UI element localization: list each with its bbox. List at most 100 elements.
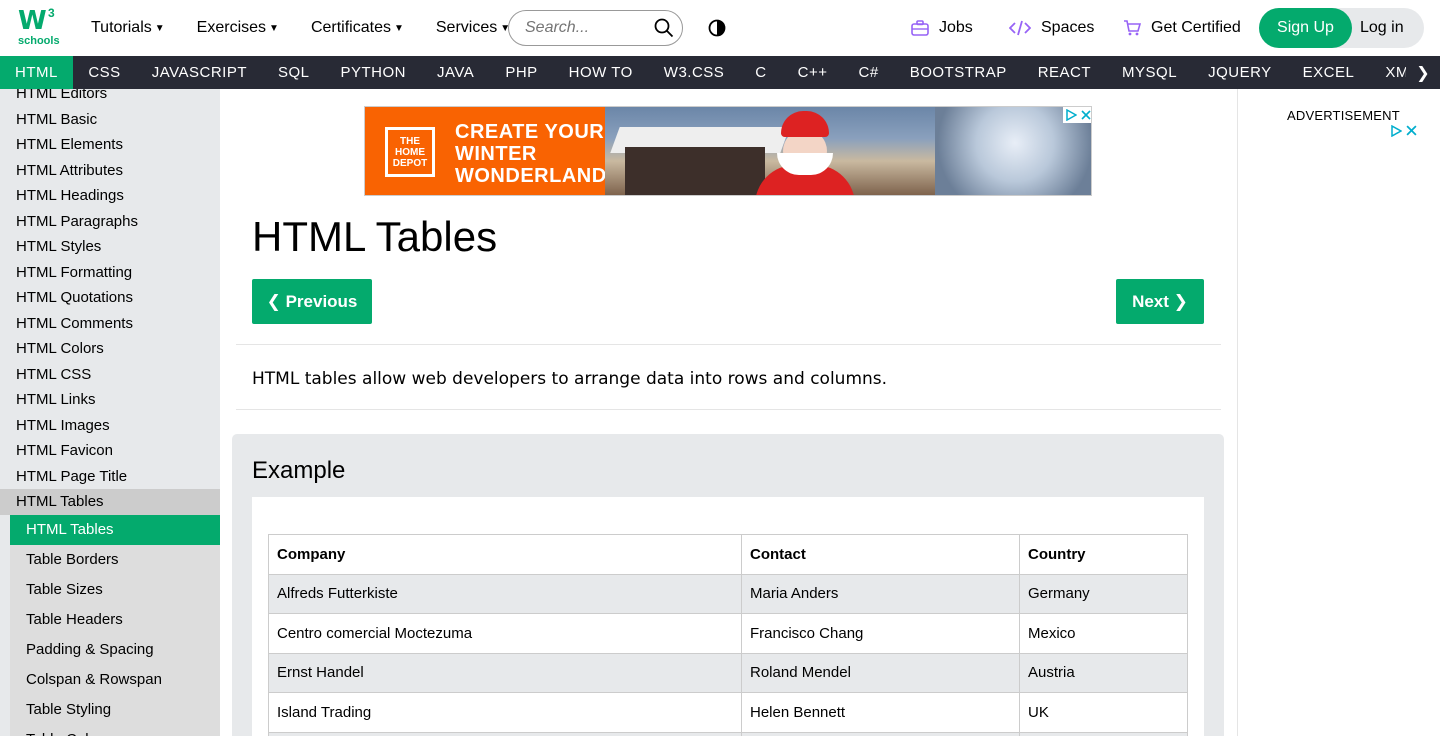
spaces-link[interactable]: Spaces xyxy=(1009,0,1094,56)
table-cell: Alfreds Futterkiste xyxy=(268,573,742,614)
previous-button[interactable]: ❮ Previous xyxy=(252,279,372,324)
search-icon[interactable] xyxy=(654,18,674,38)
search-input[interactable] xyxy=(525,19,645,37)
ad-info-icon[interactable] xyxy=(1390,125,1402,137)
ad-banner[interactable]: THE HOME DEPOT CREATE YOUR WINTER WONDER… xyxy=(364,106,1092,196)
ad-headline-line-3: WONDERLAND xyxy=(455,165,607,187)
subject-nav: HTML CSS JAVASCRIPT SQL PYTHON JAVA PHP HOW TO W… xyxy=(0,56,1440,89)
sidebar-item[interactable]: HTML Comments xyxy=(0,311,220,337)
sidebar-item[interactable]: HTML Images xyxy=(0,413,220,439)
top-header: W 3 schools Tutorials ▼ Exercises ▼ Certif… xyxy=(0,0,1440,56)
chevron-right-icon[interactable]: ❯ xyxy=(1406,56,1440,89)
sidebar-subsection: HTML Tables Table Borders Table Sizes Table… xyxy=(10,515,220,736)
caret-down-icon: ▼ xyxy=(393,22,404,34)
table-row: Alfreds Futterkiste Maria Anders Germany xyxy=(268,573,1188,614)
certified-label: Get Certified xyxy=(1151,19,1241,36)
close-icon[interactable] xyxy=(1406,125,1417,136)
sidebar-item[interactable]: HTML Favicon xyxy=(0,438,220,464)
next-button[interactable]: Next ❯ xyxy=(1116,279,1204,324)
certified-item: Get Certified xyxy=(1123,19,1241,37)
subject-tab-w3-css[interactable]: W3.CSS xyxy=(648,56,740,89)
get-certified-link[interactable]: Get Certified xyxy=(1123,0,1241,56)
table-row: Ernst Handel Roland Mendel Austria xyxy=(268,652,1188,693)
logo-schools: schools xyxy=(18,35,60,47)
nav-tutorials-label: Tutorials xyxy=(91,19,152,36)
sidebar-item[interactable]: HTML Elements xyxy=(0,132,220,158)
subject-tab-javascript[interactable]: JAVASCRIPT xyxy=(136,56,262,89)
jobs-link[interactable]: Jobs xyxy=(911,0,973,56)
nav-exercises-label: Exercises xyxy=(196,19,267,36)
subject-tab-css[interactable]: CSS xyxy=(73,56,136,89)
subject-tab-react[interactable]: REACT xyxy=(1022,56,1106,89)
w3schools-logo[interactable]: W 3 schools xyxy=(16,6,60,48)
subject-tab-mysql[interactable]: MYSQL xyxy=(1107,56,1193,89)
close-icon[interactable] xyxy=(1081,110,1091,120)
subject-tab-html[interactable]: HTML xyxy=(0,56,73,89)
nav-exercises[interactable]: Exercises ▼ xyxy=(197,19,279,37)
logo-w: W xyxy=(18,6,47,36)
subject-tab-java[interactable]: JAVA xyxy=(422,56,490,89)
sidebar-subitem[interactable]: Table Sizes xyxy=(10,575,220,605)
ad-choices[interactable] xyxy=(1063,107,1091,123)
table-cell: Austria xyxy=(1019,652,1188,693)
subject-tab-how-to[interactable]: HOW TO xyxy=(553,56,648,89)
sidebar-item[interactable]: HTML Links xyxy=(0,387,220,413)
table-header: Company xyxy=(268,534,742,575)
sidebar-item-html-tables-group[interactable]: HTML Tables xyxy=(0,489,220,515)
sidebar-subitem[interactable]: Table Colgroup xyxy=(10,725,220,736)
sidebar-item[interactable]: HTML Headings xyxy=(0,183,220,209)
ad-info-icon[interactable] xyxy=(1065,109,1077,121)
sidebar-item[interactable]: HTML Attributes xyxy=(0,158,220,184)
contrast-toggle-icon[interactable] xyxy=(708,19,726,37)
sidebar-item[interactable]: HTML Basic xyxy=(0,107,220,133)
ad-headline: CREATE YOUR WINTER WONDERLAND xyxy=(455,121,607,187)
sidebar-item[interactable]: HTML CSS xyxy=(0,362,220,388)
subject-tab-sql[interactable]: SQL xyxy=(262,56,325,89)
ad-left-panel: THE HOME DEPOT CREATE YOUR WINTER WONDER… xyxy=(365,107,607,195)
ad-choices[interactable] xyxy=(1390,125,1417,137)
sidebar-item[interactable]: HTML Page Title xyxy=(0,464,220,490)
nav-tutorials[interactable]: Tutorials ▼ xyxy=(91,19,165,37)
sidebar-subitem[interactable]: Table Headers xyxy=(10,605,220,635)
sidebar-item[interactable]: HTML Styles xyxy=(0,234,220,260)
table-cell: Maria Anders xyxy=(741,573,1020,614)
subject-tab-php[interactable]: PHP xyxy=(490,56,553,89)
subject-tab-c[interactable]: C xyxy=(740,56,782,89)
jobs-label: Jobs xyxy=(939,19,973,36)
table-cell: Mexico xyxy=(1019,613,1188,654)
nav-certificates[interactable]: Certificates ▼ xyxy=(311,19,404,37)
sidebar-subitem[interactable]: Table Borders xyxy=(10,545,220,575)
sidebar-subitem[interactable]: HTML Tables xyxy=(10,515,220,545)
sidebar-item[interactable]: HTML Colors xyxy=(0,336,220,362)
sidebar-item[interactable]: HTML Quotations xyxy=(0,285,220,311)
table-cell: Helen Bennett xyxy=(741,692,1020,733)
subject-tab-excel[interactable]: EXCEL xyxy=(1287,56,1370,89)
table-cell xyxy=(268,731,742,736)
nav-services-label: Services xyxy=(435,19,498,36)
sidebar-subitem[interactable]: Padding & Spacing xyxy=(10,635,220,665)
sign-up-button[interactable]: Sign Up xyxy=(1259,8,1352,48)
table-row: Island Trading Helen Bennett UK xyxy=(268,692,1188,733)
home-depot-logo: THE HOME DEPOT xyxy=(385,127,435,177)
table-cell: Roland Mendel xyxy=(741,652,1020,693)
sidebar-subitem[interactable]: Colspan & Rowspan xyxy=(10,665,220,695)
sidebar-item[interactable]: HTML Formatting xyxy=(0,260,220,286)
sidebar-item[interactable]: HTML Editors xyxy=(0,89,220,107)
subject-tab-c-[interactable]: C# xyxy=(843,56,894,89)
table-cell: Ernst Handel xyxy=(268,652,742,693)
sidebar-subitem[interactable]: Table Styling xyxy=(10,695,220,725)
subject-tab-python[interactable]: PYTHON xyxy=(325,56,422,89)
example-table: Company Contact Country Alfreds Futterki… xyxy=(268,534,1188,736)
table-header: Contact xyxy=(741,534,1020,575)
table-header-row: Company Contact Country xyxy=(268,534,1188,575)
subject-tab-jquery[interactable]: JQUERY xyxy=(1193,56,1288,89)
spaces-item: Spaces xyxy=(1009,19,1094,37)
subject-tab-c-[interactable]: C++ xyxy=(782,56,843,89)
log-in-button[interactable]: Log in xyxy=(1360,8,1404,48)
nav-services[interactable]: Services ▼ xyxy=(436,19,510,37)
top-nav: Tutorials ▼ Exercises ▼ Certificates ▼ Serv… xyxy=(91,0,542,56)
table-row xyxy=(268,731,1188,736)
intro-text: HTML tables allow web developers to arra… xyxy=(252,369,888,389)
subject-tab-bootstrap[interactable]: BOOTSTRAP xyxy=(894,56,1022,89)
sidebar-item[interactable]: HTML Paragraphs xyxy=(0,209,220,235)
